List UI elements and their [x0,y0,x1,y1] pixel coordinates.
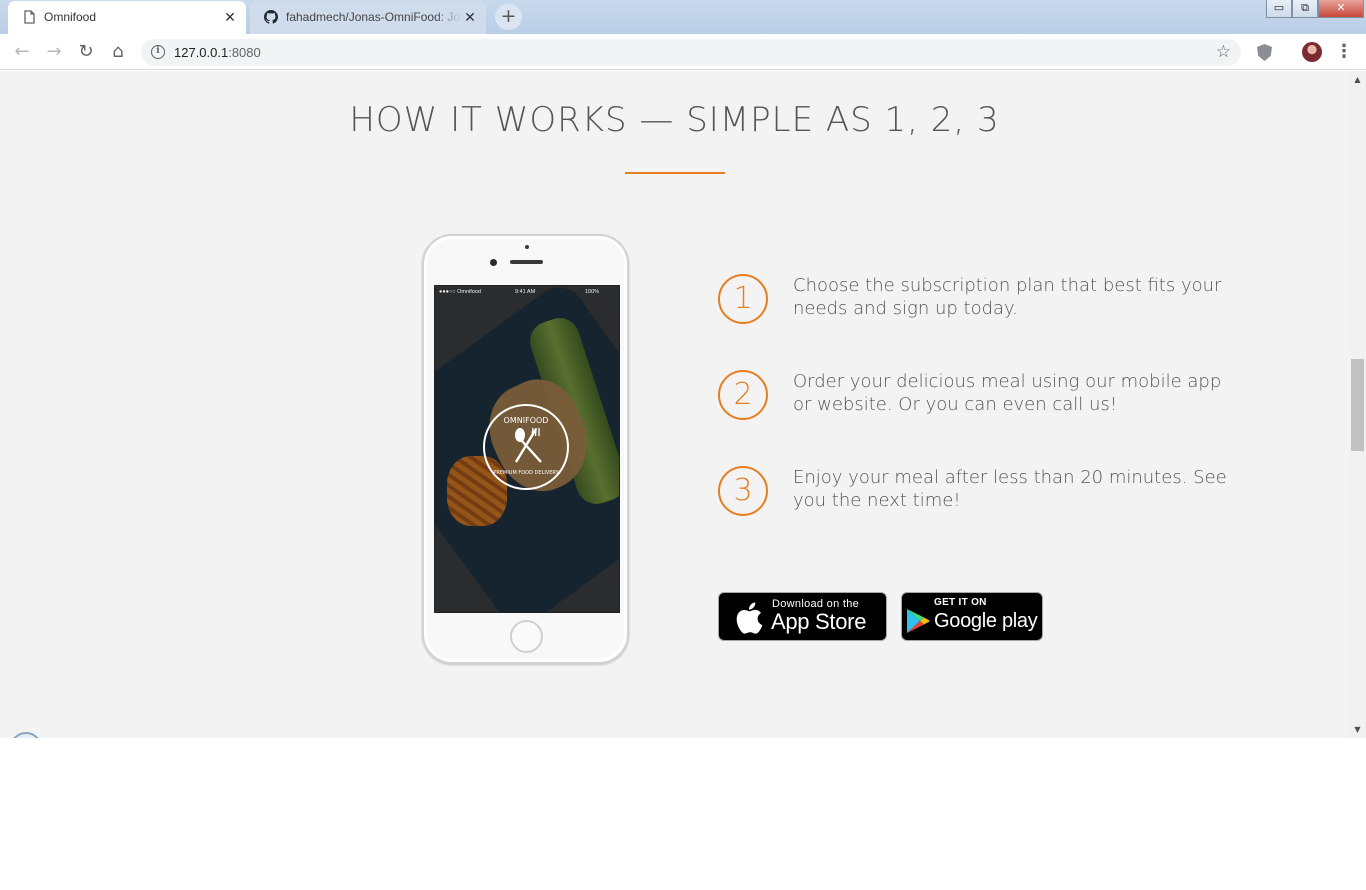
extension-shield-icon[interactable] [1257,44,1272,61]
url-port: :8080 [228,45,261,60]
site-info-icon[interactable]: i [151,45,165,59]
step-number: 2 [718,370,768,420]
status-time: 9:41 AM [515,289,536,295]
tab-github[interactable]: fahadmech/Jonas-OmniFood: Jonas ✕ [250,1,486,34]
step-number: 3 [718,466,768,516]
section-title: HOW IT WORKS — SIMPLE AS 1, 2, 3 [349,100,1000,140]
status-battery: 100% [585,289,600,295]
tab-omnifood[interactable]: Omnifood ✕ [8,1,246,34]
fork-spoon-icon [514,427,542,463]
step-text: Choose the subscription plan that best f… [793,275,1222,319]
new-tab-button[interactable]: + [495,4,522,30]
scrollbar-thumb[interactable] [1351,359,1364,451]
logo-brand: OMNIFOOD [503,416,549,425]
phone-camera [490,259,497,266]
step-3: 3 Enjoy your meal after less than 20 min… [718,466,1238,526]
bookmark-star-icon[interactable]: ☆ [1216,42,1231,62]
phone-sensor [525,245,529,249]
phone-mockup: ●●●○○ Omnifood 9:41 AM 100% OMNIFOOD PRE… [422,234,629,664]
page-scrollbar[interactable]: ▲ ▼ [1349,71,1366,738]
tab-close-icon[interactable]: ✕ [222,9,238,25]
status-carrier: ●●●○○ Omnifood [439,289,481,295]
phone-speaker [510,260,543,264]
browser-menu-icon[interactable]: ⋮ [1335,40,1353,64]
url-host: 127.0.0.1 [174,45,229,60]
tab-close-icon[interactable]: ✕ [462,9,478,25]
browser-toolbar: ← → ↻ ⌂ i 127.0.0.1:8080 ☆ ⋮ [0,34,1366,70]
address-bar[interactable]: i 127.0.0.1:8080 ☆ [141,39,1241,66]
home-button[interactable]: ⌂ [107,41,129,63]
scroll-down-arrow-icon[interactable]: ▼ [1353,725,1362,734]
tab-title: Omnifood [44,10,97,24]
step-number: 1 [718,274,768,324]
app-store-button[interactable]: Download on the App Store [718,592,887,641]
back-button[interactable]: ← [11,41,33,63]
phone-home-button [510,620,543,653]
google-play-small-label: GET IT ON [934,597,987,608]
page-viewport: HOW IT WORKS — SIMPLE AS 1, 2, 3 ●●●○○ O… [0,71,1349,738]
browser-titlebar: Omnifood ✕ fahadmech/Jonas-OmniFood: Jon… [0,0,1366,34]
url-text[interactable]: 127.0.0.1:8080 [174,45,261,60]
scroll-up-arrow-icon[interactable]: ▲ [1353,75,1362,84]
step-2: 2 Order your delicious meal using our mo… [718,370,1238,430]
app-store-label: App Store [771,609,867,634]
window-controls: ▭ ⧉ ✕ [1266,0,1364,18]
apple-icon [736,602,763,634]
forward-button[interactable]: → [43,41,65,63]
page-icon [24,10,35,24]
phone-statusbar: ●●●○○ Omnifood 9:41 AM 100% [435,286,619,298]
step-1: 1 Choose the subscription plan that best… [718,274,1238,334]
omnifood-logo: OMNIFOOD PREMIUM FOOD DELIVERY [483,404,569,490]
reload-button[interactable]: ↻ [75,41,97,63]
google-play-button[interactable]: GET IT ON Google play [901,592,1043,641]
close-window-button[interactable]: ✕ [1318,0,1364,18]
tab-title: fahadmech/Jonas-OmniFood: Jonas [286,10,461,24]
title-underline [625,172,725,174]
restore-button[interactable]: ⧉ [1292,0,1318,18]
phone-screen: ●●●○○ Omnifood 9:41 AM 100% OMNIFOOD PRE… [434,285,620,613]
google-play-icon [907,609,930,633]
minimize-button[interactable]: ▭ [1266,0,1292,18]
google-play-label: Google play [934,610,1038,632]
github-icon [264,10,278,24]
profile-avatar[interactable] [1302,42,1322,62]
logo-tagline: PREMIUM FOOD DELIVERY [493,470,559,476]
step-text: Enjoy your meal after less than 20 minut… [793,467,1227,511]
floating-corner-badge[interactable] [10,732,42,738]
step-text: Order your delicious meal using our mobi… [793,371,1222,415]
